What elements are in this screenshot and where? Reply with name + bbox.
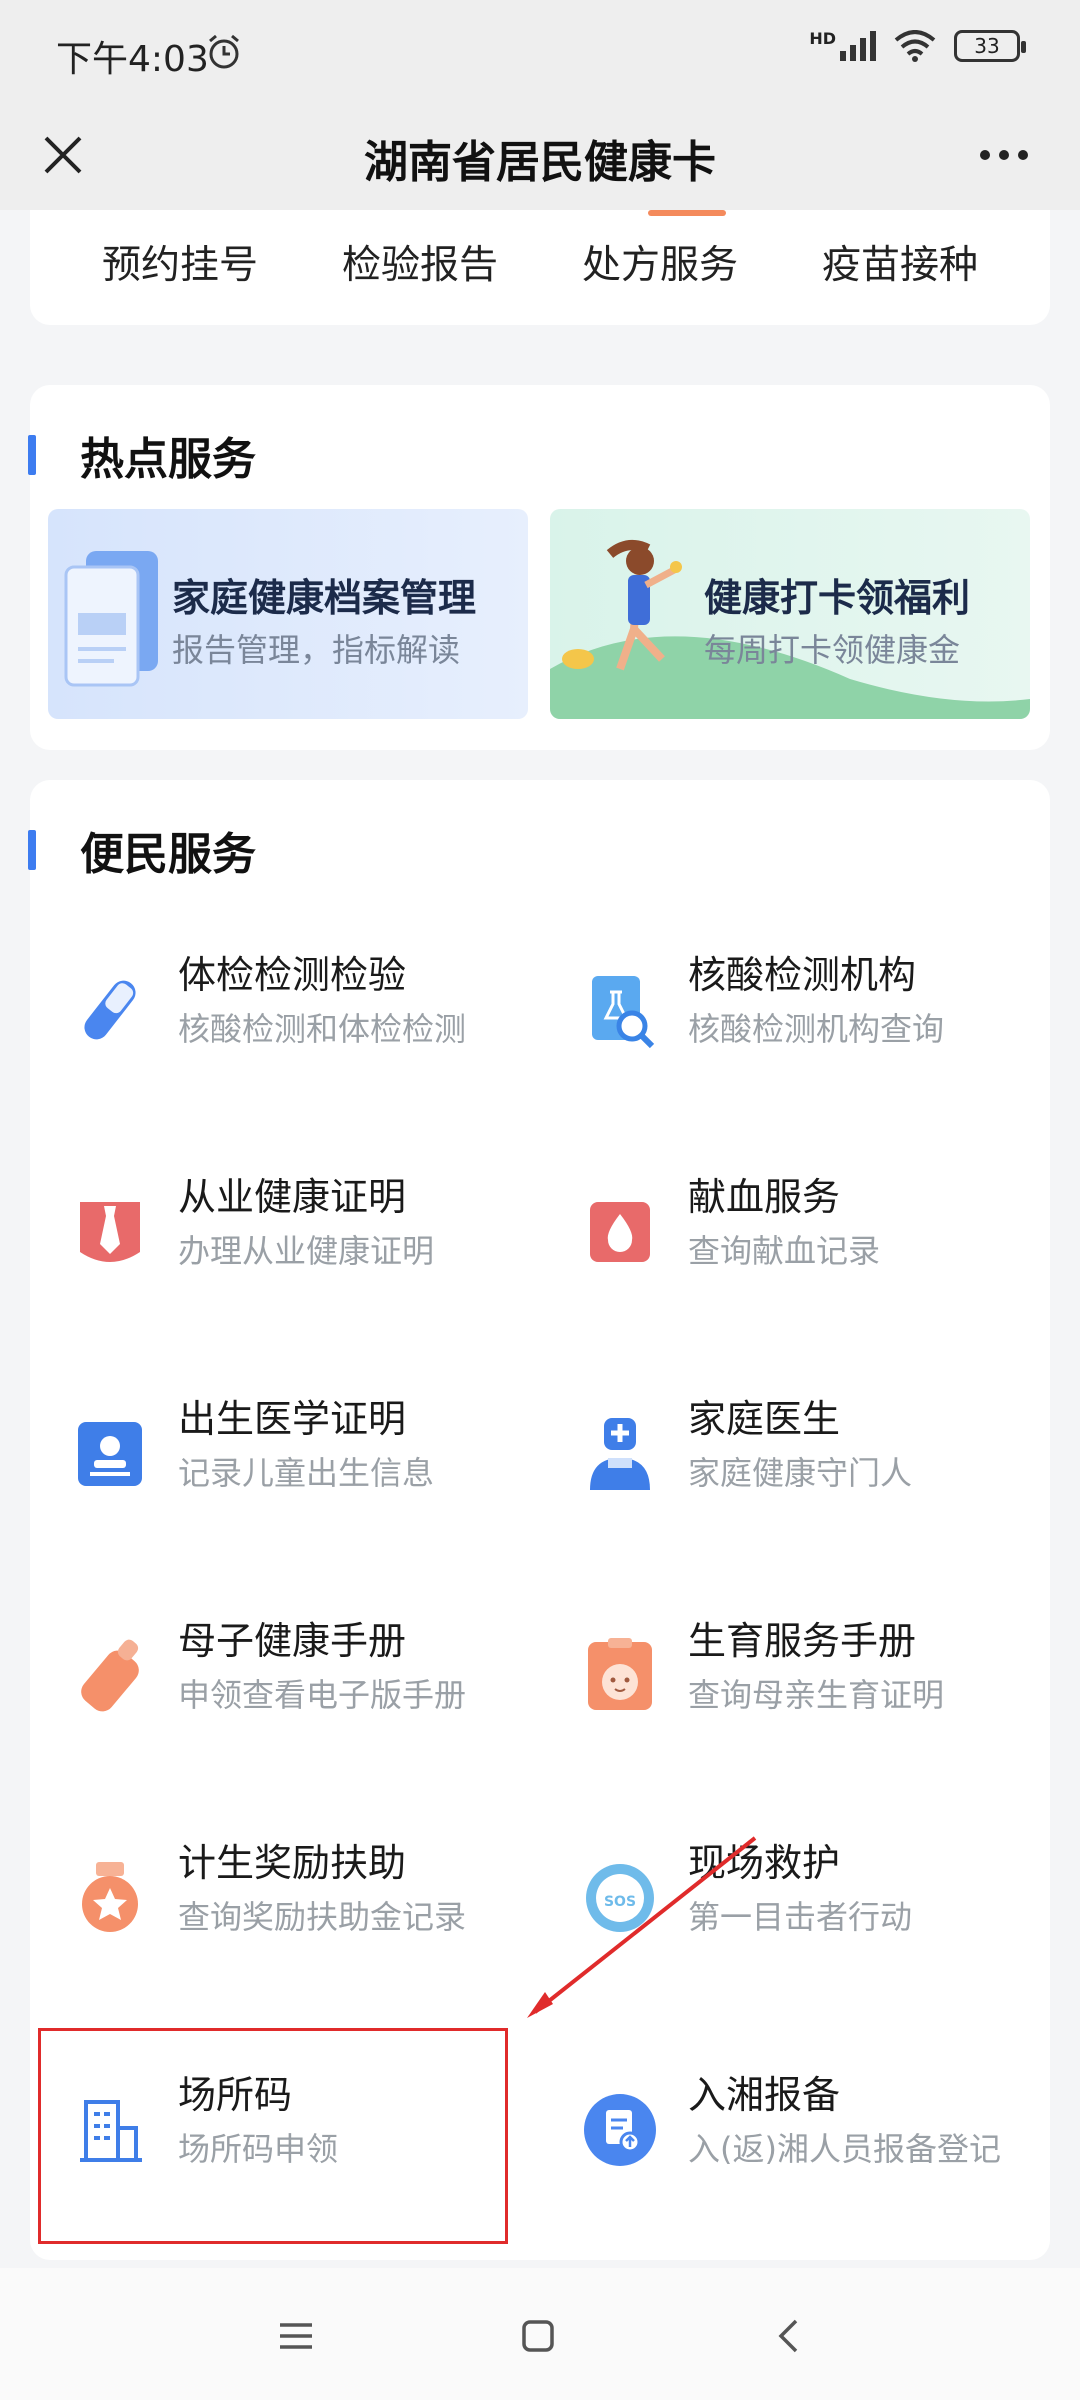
- service-subtitle: 核酸检测和体检检测: [178, 1010, 467, 1048]
- status-bar: 下午4:03 HD 33: [0, 0, 1080, 100]
- service-physical-exam[interactable]: 体检检测检验 核酸检测和体检检测: [30, 900, 540, 1122]
- baby-face-icon: [588, 1638, 652, 1710]
- alarm-icon: [209, 34, 239, 69]
- service-title: 家庭医生: [688, 1397, 841, 1441]
- medal-icon: [82, 1862, 138, 1932]
- service-subtitle: 申领查看电子版手册: [178, 1676, 467, 1714]
- doctor-icon: [590, 1418, 650, 1490]
- blood-drop-icon: [590, 1202, 650, 1262]
- service-birth-certificate[interactable]: 出生医学证明 记录儿童出生信息: [30, 1344, 540, 1566]
- service-subtitle: 家庭健康守门人: [688, 1454, 913, 1492]
- nav-menu-button[interactable]: [266, 2306, 326, 2366]
- wifi-icon: [894, 30, 936, 62]
- more-icon: [980, 150, 1028, 160]
- service-title: 生育服务手册: [688, 1619, 917, 1663]
- service-family-planning-reward[interactable]: 计生奖励扶助 查询奖励扶助金记录: [30, 1788, 540, 2010]
- service-title: 现场救护: [688, 1841, 841, 1885]
- page-title: 湖南省居民健康卡: [364, 137, 716, 188]
- title-bar: 湖南省居民健康卡: [0, 100, 1080, 210]
- system-nav-bar: [0, 2268, 1080, 2400]
- service-subtitle: 核酸检测机构查询: [688, 1010, 945, 1048]
- back-arrow-icon: [778, 2319, 798, 2353]
- service-onsite-first-aid[interactable]: SOS 现场救护 第一目击者行动: [540, 1788, 1050, 2010]
- family-health-record-banner[interactable]: 家庭健康档案管理 报告管理，指标解读: [48, 509, 528, 719]
- more-button[interactable]: [964, 122, 1044, 188]
- section-marker: [28, 830, 36, 870]
- service-blood-donation[interactable]: 献血服务 查询献血记录: [540, 1122, 1050, 1344]
- section-marker: [28, 435, 36, 475]
- tab-lab-report[interactable]: 检验报告: [342, 234, 498, 290]
- service-title: 从业健康证明: [178, 1175, 407, 1219]
- highlight-box: [38, 2028, 508, 2244]
- banner-subtitle: 报告管理，指标解读: [172, 631, 461, 669]
- service-subtitle: 入(返)湘人员报备登记: [688, 2130, 1001, 2168]
- home-square-icon: [522, 2320, 554, 2352]
- baby-bottle-icon: [81, 1639, 139, 1712]
- battery-icon: 33: [954, 30, 1026, 62]
- status-icons: HD 33: [809, 28, 1026, 62]
- service-subtitle: 查询奖励扶助金记录: [178, 1898, 467, 1936]
- nav-back-button[interactable]: [758, 2306, 818, 2366]
- tie-certificate-icon: [80, 1202, 140, 1262]
- service-title: 计生奖励扶助: [178, 1841, 407, 1885]
- service-maternal-child-handbook[interactable]: 母子健康手册 申领查看电子版手册: [30, 1566, 540, 1788]
- test-tube-icon: [84, 980, 136, 1040]
- service-family-doctor[interactable]: 家庭医生 家庭健康守门人: [540, 1344, 1050, 1566]
- service-subtitle: 查询献血记录: [688, 1232, 881, 1270]
- banner-title: 家庭健康档案管理: [172, 576, 477, 620]
- service-title: 献血服务: [688, 1175, 841, 1219]
- service-subtitle: 记录儿童出生信息: [178, 1454, 435, 1492]
- health-checkin-banner[interactable]: 健康打卡领福利 每周打卡领健康金: [550, 509, 1030, 719]
- banner-subtitle: 每周打卡领健康金: [704, 631, 961, 669]
- tab-prescription[interactable]: 处方服务: [582, 234, 738, 290]
- service-title: 体检检测检验: [178, 953, 407, 997]
- report-upload-icon: [584, 2094, 656, 2166]
- tab-indicator: [648, 210, 726, 216]
- document-icon: [64, 551, 158, 687]
- lab-search-icon: [592, 976, 655, 1049]
- sos-icon: SOS: [586, 1864, 654, 1932]
- section-title: 热点服务: [80, 434, 256, 485]
- section-title: 便民服务: [80, 829, 256, 880]
- service-title: 出生医学证明: [178, 1397, 407, 1441]
- banner-title: 健康打卡领福利: [704, 576, 971, 620]
- tab-appointment[interactable]: 预约挂号: [102, 234, 258, 290]
- menu-icon: [280, 2323, 312, 2349]
- tab-vaccine[interactable]: 疫苗接种: [822, 234, 978, 290]
- service-subtitle: 办理从业健康证明: [178, 1232, 435, 1270]
- network-label: HD: [809, 28, 836, 48]
- service-fertility-handbook[interactable]: 生育服务手册 查询母亲生育证明: [540, 1566, 1050, 1788]
- service-title: 入湘报备: [688, 2073, 841, 2117]
- service-title: 母子健康手册: [178, 1619, 407, 1663]
- service-title: 核酸检测机构: [688, 953, 917, 997]
- signal-icon: [840, 31, 876, 61]
- service-employment-health-cert[interactable]: 从业健康证明 办理从业健康证明: [30, 1122, 540, 1344]
- svg-text:SOS: SOS: [604, 1894, 636, 1910]
- baby-id-icon: [78, 1422, 142, 1486]
- hot-services-card: 热点服务 家庭健康档案管理 报告管理，指标解读 健康打卡领福利 每周打卡领健康金: [28, 385, 1050, 750]
- status-time: 下午4:03: [56, 39, 209, 80]
- top-tabs: 预约挂号 检验报告 处方服务 疫苗接种: [30, 210, 1050, 325]
- service-hunan-entry-report[interactable]: 入湘报备 入(返)湘人员报备登记: [540, 2020, 1050, 2242]
- nav-home-button[interactable]: [508, 2306, 568, 2366]
- service-nucleic-test-institution[interactable]: 核酸检测机构 核酸检测机构查询: [540, 900, 1050, 1122]
- service-subtitle: 查询母亲生育证明: [688, 1676, 945, 1714]
- service-subtitle: 第一目击者行动: [688, 1898, 913, 1936]
